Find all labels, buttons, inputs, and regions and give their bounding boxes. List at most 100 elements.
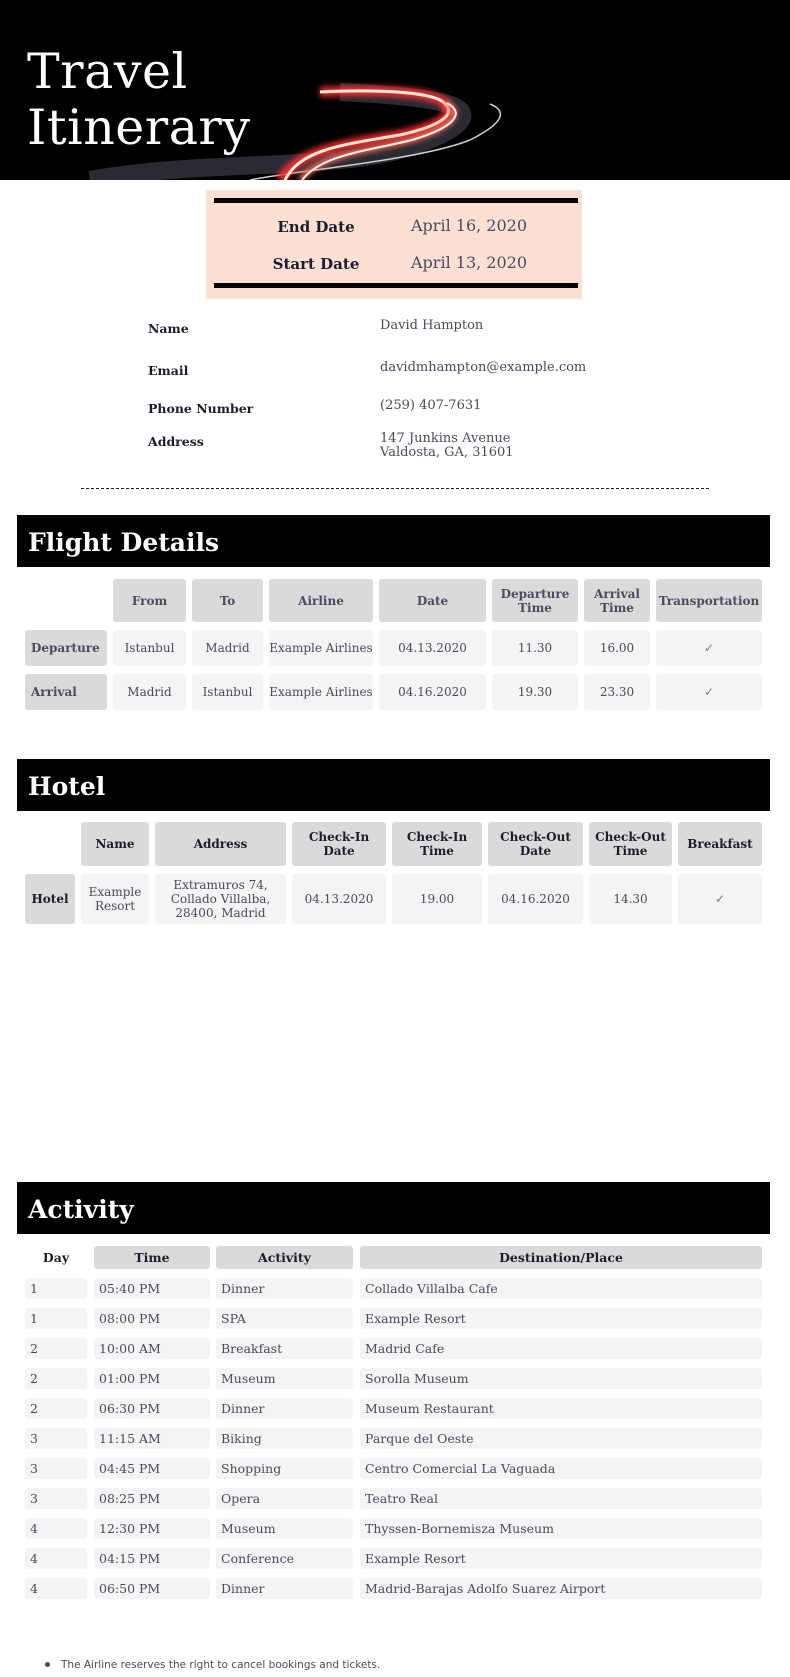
activity-place: Museum Restaurant [360,1398,762,1419]
activity-name: Conference [216,1548,353,1569]
terms-note: The Airline reserves the right to cancel… [45,1659,380,1671]
hotel-checkout-time: 14.30 [589,874,672,924]
note-text: The Airline reserves the right to cancel… [61,1659,381,1671]
activity-day: 4 [25,1548,87,1569]
activity-day: 1 [25,1278,87,1299]
flight-row-label-arrival: Arrival [25,674,107,710]
activity-day: 3 [25,1488,87,1509]
activity-col-time: Time [94,1246,210,1269]
activity-place: Example Resort [360,1548,762,1569]
flight-col-date: Date [379,579,486,622]
activity-day: 1 [25,1308,87,1329]
flight-arrival-time: 23.30 [584,674,650,710]
flight-col-departure-time: Departure Time [492,579,578,622]
name-value: David Hampton [380,318,484,333]
flight-airline: Example Airlines [269,630,373,666]
hotel-col-name: Name [81,822,149,866]
hotel-checkout-date: 04.16.2020 [488,874,583,924]
activity-place: Parque del Oeste [360,1428,762,1449]
activity-place: Collado Villalba Cafe [360,1278,762,1299]
start-date-label: Start Date [272,255,360,273]
hotel-col-checkin-time: Check-In Time [392,822,482,866]
start-date-value: April 13, 2020 [411,253,528,272]
flight-col-airline: Airline [269,579,373,622]
name-label: Name [148,321,189,336]
address-line-1: 147 Junkins Avenue [380,431,511,446]
title-line-2: Itinerary [27,99,251,156]
hotel-header: Hotel [17,759,770,811]
activity-name: Dinner [216,1398,353,1419]
activity-place: Madrid Cafe [360,1338,762,1359]
end-date-label: End Date [277,218,355,236]
activity-time: 08:00 PM [94,1308,210,1329]
flight-col-to: To [192,579,263,622]
section-title: Flight Details [28,528,220,557]
activity-place: Example Resort [360,1308,762,1329]
activity-col-activity: Activity [216,1246,353,1269]
bullet-icon [45,1661,50,1667]
activity-time: 04:45 PM [94,1458,210,1479]
flight-col-transportation: Transportation [656,579,762,622]
activity-name: Shopping [216,1458,353,1479]
title-line-1: Travel [27,43,188,100]
flight-departure-time: 11.30 [492,630,578,666]
hotel-col-checkin-date: Check-In Date [292,822,386,866]
activity-day: 2 [25,1338,87,1359]
activity-name: Biking [216,1428,353,1449]
flight-date: 04.16.2020 [379,674,486,710]
flight-details-header: Flight Details [17,515,770,567]
phone-value: (259) 407-7631 [380,398,482,413]
activity-day: 2 [25,1398,87,1419]
activity-name: Museum [216,1518,353,1539]
flight-departure-time: 19.30 [492,674,578,710]
flight-date: 04.13.2020 [379,630,486,666]
activity-col-day: Day [42,1250,70,1265]
activity-day: 3 [25,1458,87,1479]
hotel-address: Extramuros 74, Collado Villalba, 28400, … [155,874,286,924]
divider [214,283,578,288]
flight-row-label-departure: Departure [25,630,107,666]
flight-airline: Example Airlines [269,674,373,710]
hotel-col-checkout-time: Check-Out Time [589,822,672,866]
phone-label: Phone Number [148,401,254,416]
address-value: 147 Junkins Avenue Valdosta, GA, 31601 [380,432,514,460]
activity-time: 10:00 AM [94,1338,210,1359]
flight-to: Madrid [192,630,263,666]
end-date-value: April 16, 2020 [411,216,528,235]
activity-time: 04:15 PM [94,1548,210,1569]
flight-transportation: ✓ [656,630,762,666]
hotel-name: Example Resort [81,874,149,924]
activity-time: 05:40 PM [94,1278,210,1299]
activity-day: 3 [25,1428,87,1449]
hotel-row-label: Hotel [25,874,75,924]
hotel-col-checkout-date: Check-Out Date [488,822,583,866]
hotel-checkin-time: 19.00 [392,874,482,924]
flight-col-arrival-time: Arrival Time [584,579,650,622]
activity-time: 06:30 PM [94,1398,210,1419]
activity-place: Teatro Real [360,1488,762,1509]
activity-place: Sorolla Museum [360,1368,762,1389]
address-label: Address [148,434,204,449]
hotel-breakfast: ✓ [678,874,762,924]
section-title: Hotel [28,772,106,801]
activity-day: 4 [25,1518,87,1539]
checkmark-icon: ✓ [703,641,715,655]
activity-name: Opera [216,1488,353,1509]
page-title: Travel Itinerary [27,44,251,156]
dashed-divider [81,488,709,489]
flight-arrival-time: 16.00 [584,630,650,666]
activity-time: 08:25 PM [94,1488,210,1509]
activity-place: Madrid-Barajas Adolfo Suarez Airport [360,1578,762,1599]
activity-name: Dinner [216,1278,353,1299]
activity-header: Activity [17,1182,770,1234]
address-line-2: Valdosta, GA, 31601 [380,445,514,460]
activity-name: Breakfast [216,1338,353,1359]
checkmark-icon: ✓ [703,685,715,699]
activity-place: Thyssen-Bornemisza Museum [360,1518,762,1539]
activity-name: Museum [216,1368,353,1389]
section-title: Activity [28,1195,134,1224]
activity-time: 12:30 PM [94,1518,210,1539]
email-value: davidmhampton@example.com [380,360,587,375]
activity-col-destination: Destination/Place [360,1246,762,1269]
activity-name: Dinner [216,1578,353,1599]
